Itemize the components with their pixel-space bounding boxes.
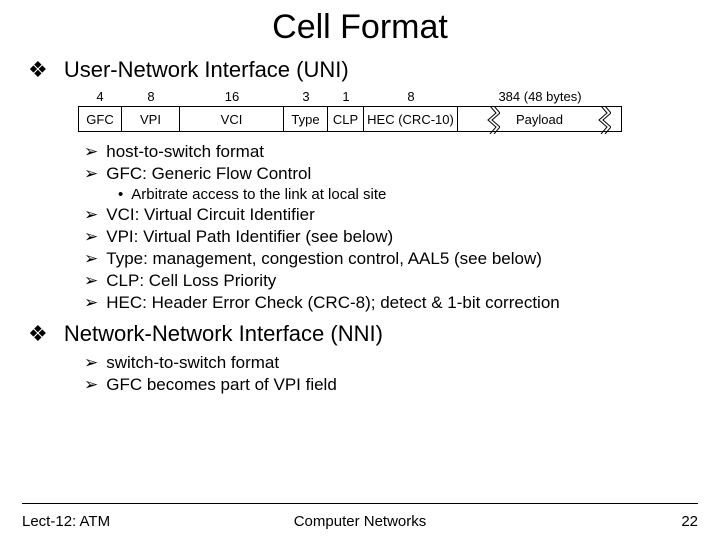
list-item: VPI: Virtual Path Identifier (see below) [84,227,698,247]
bits-payload: 384 (48 bytes) [458,89,622,104]
section-uni-heading: User-Network Interface (UNI) [28,57,698,83]
list-item-text: GFC becomes part of VPI field [106,375,337,394]
field-payload: Payload [458,106,622,132]
footer-center: Computer Networks [22,513,698,530]
field-gfc: GFC [78,106,122,132]
break-mark-left-icon [486,106,500,134]
bit-width-row: 4 8 16 3 1 8 384 (48 bytes) [78,89,698,104]
bits-gfc: 4 [78,89,122,104]
list-item-text: VCI: Virtual Circuit Identifier [106,205,314,224]
nni-bullets: switch-to-switch format GFC becomes part… [84,353,698,395]
list-item: Arbitrate access to the link at local si… [118,186,698,203]
cell-format-diagram: GFC VPI VCI Type CLP HEC (CRC-10) Payloa… [78,106,698,132]
list-item-text: Type: management, congestion control, AA… [106,249,542,268]
uni-bullets: host-to-switch format GFC: Generic Flow … [84,142,698,313]
list-item-text: switch-to-switch format [106,353,279,372]
sub-list: Arbitrate access to the link at local si… [118,186,698,203]
list-item-text: CLP: Cell Loss Priority [106,271,276,290]
page-title: Cell Format [22,8,698,47]
list-item-text: HEC: Header Error Check (CRC-8); detect … [106,293,559,312]
field-hec: HEC (CRC-10) [364,106,458,132]
list-item: GFC: Generic Flow Control [84,164,698,184]
field-type: Type [284,106,328,132]
list-item: switch-to-switch format [84,353,698,373]
list-item: host-to-switch format [84,142,698,162]
list-item: VCI: Virtual Circuit Identifier [84,205,698,225]
bits-clp: 1 [328,89,364,104]
uni-heading-text: User-Network Interface (UNI) [64,57,349,82]
field-vci: VCI [180,106,284,132]
bits-hec: 8 [364,89,458,104]
field-payload-label: Payload [516,112,563,127]
break-mark-right-icon [597,106,611,134]
footer-divider [22,503,698,504]
list-item-text: VPI: Virtual Path Identifier (see below) [106,227,393,246]
list-item-text: host-to-switch format [106,142,264,161]
slide: Cell Format User-Network Interface (UNI)… [0,0,720,540]
bits-vpi: 8 [122,89,180,104]
list-item-text: GFC: Generic Flow Control [106,164,311,183]
list-item-text: Arbitrate access to the link at local si… [131,186,386,203]
list-item: CLP: Cell Loss Priority [84,271,698,291]
field-clp: CLP [328,106,364,132]
nni-heading-text: Network-Network Interface (NNI) [64,321,383,346]
list-item: HEC: Header Error Check (CRC-8); detect … [84,293,698,313]
bits-vci: 16 [180,89,284,104]
list-item: GFC becomes part of VPI field [84,375,698,395]
section-nni-heading: Network-Network Interface (NNI) [28,321,698,347]
bits-type: 3 [284,89,328,104]
field-vpi: VPI [122,106,180,132]
list-item: Type: management, congestion control, AA… [84,249,698,269]
footer: Lect-12: ATM Computer Networks 22 [22,513,698,530]
